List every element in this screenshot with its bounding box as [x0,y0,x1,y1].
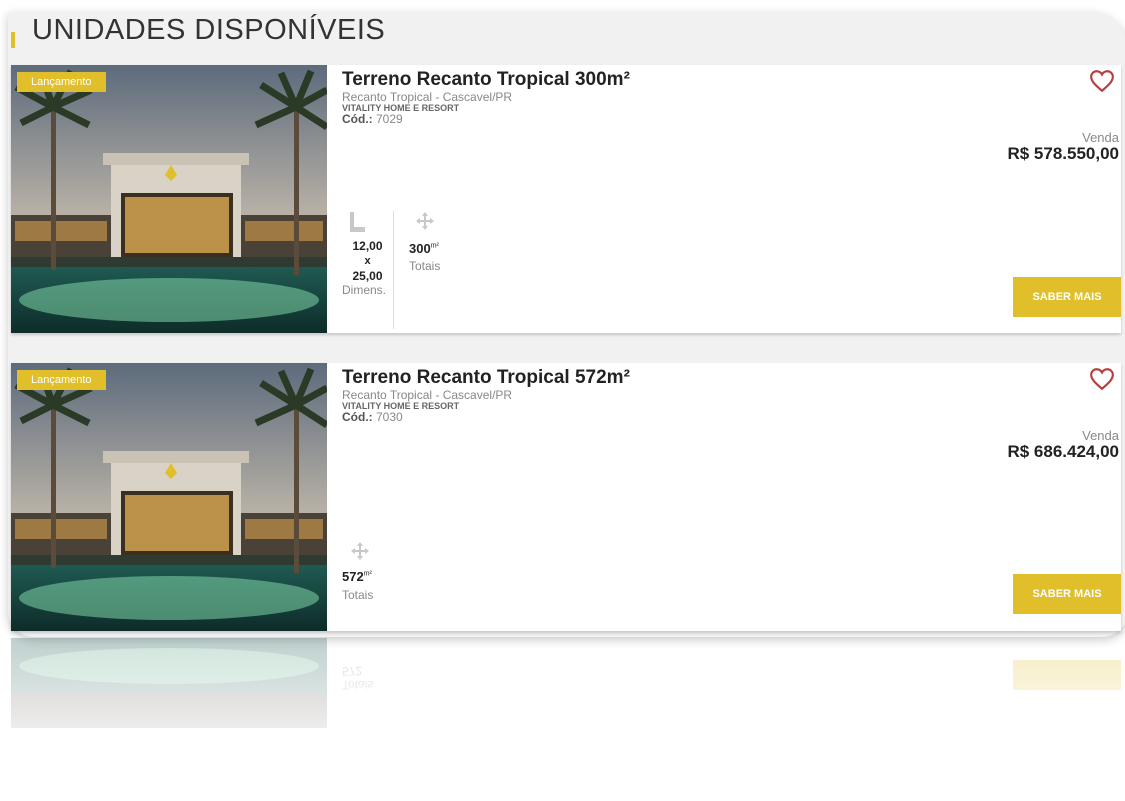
dimensions-feature: 12,00 x 25,00 Dimens. [342,211,394,329]
unit-code: Cód.: 7029 [342,112,403,126]
area-feature: 572m² Totais [342,541,373,602]
resort-image [11,65,327,333]
price-label: Venda [1082,130,1119,145]
area-value: 300m² [409,241,439,256]
unit-location: Recanto Tropical - Cascavel/PR [342,90,513,104]
unit-info: Terreno Recanto Tropical 572m² Recanto T… [342,367,630,423]
unit-code: Cód.: 7030 [342,410,403,424]
price-block: Venda R$ 578.550,00 [1007,131,1119,163]
area-label: Totais [342,588,374,602]
price-label: Venda [1082,428,1119,443]
saber-mais-button[interactable]: SABER MAIS [1013,277,1121,317]
status-badge: Lançamento [17,72,106,92]
area-label: Totais [409,259,441,273]
dim-width: 12,00 [352,239,383,253]
unit-info: Terreno Recanto Tropical 300m² Recanto T… [342,69,630,125]
heart-icon[interactable] [1089,367,1115,391]
dim-depth: 25,00 [352,269,383,283]
ruler-icon [350,212,365,232]
move-arrows-icon [351,542,369,560]
unit-photo[interactable]: Lançamento [11,65,327,333]
status-badge: Lançamento [17,370,106,390]
move-arrows-icon [416,212,434,230]
unit-photo[interactable]: Lançamento [11,363,327,631]
heart-icon[interactable] [1089,69,1115,93]
unit-title[interactable]: Terreno Recanto Tropical 572m² [342,367,630,389]
area-value: 572m² [342,569,372,584]
dim-sep: x [364,255,371,267]
unit-location: Recanto Tropical - Cascavel/PR [342,388,513,402]
unit-card[interactable]: Lançamento Terreno Recanto Tropical 572m… [11,363,1121,631]
saber-mais-button[interactable]: SABER MAIS [1013,574,1121,614]
unit-title[interactable]: Terreno Recanto Tropical 300m² [342,69,630,91]
price-value: R$ 686.424,00 [1007,442,1119,461]
reflection-effect: Totais572 [11,638,1121,798]
price-value: R$ 578.550,00 [1007,144,1119,163]
unit-card[interactable]: Lançamento Terreno Recanto Tropical 300m… [11,65,1121,333]
section-title: UNIDADES DISPONÍVEIS [32,14,386,46]
title-accent-bar [11,32,15,48]
price-block: Venda R$ 686.424,00 [1007,429,1119,461]
resort-image [11,363,327,631]
area-feature: 300m² Totais [409,211,440,273]
dim-label: Dimens. [342,283,387,297]
reflection-fade [11,638,1121,798]
